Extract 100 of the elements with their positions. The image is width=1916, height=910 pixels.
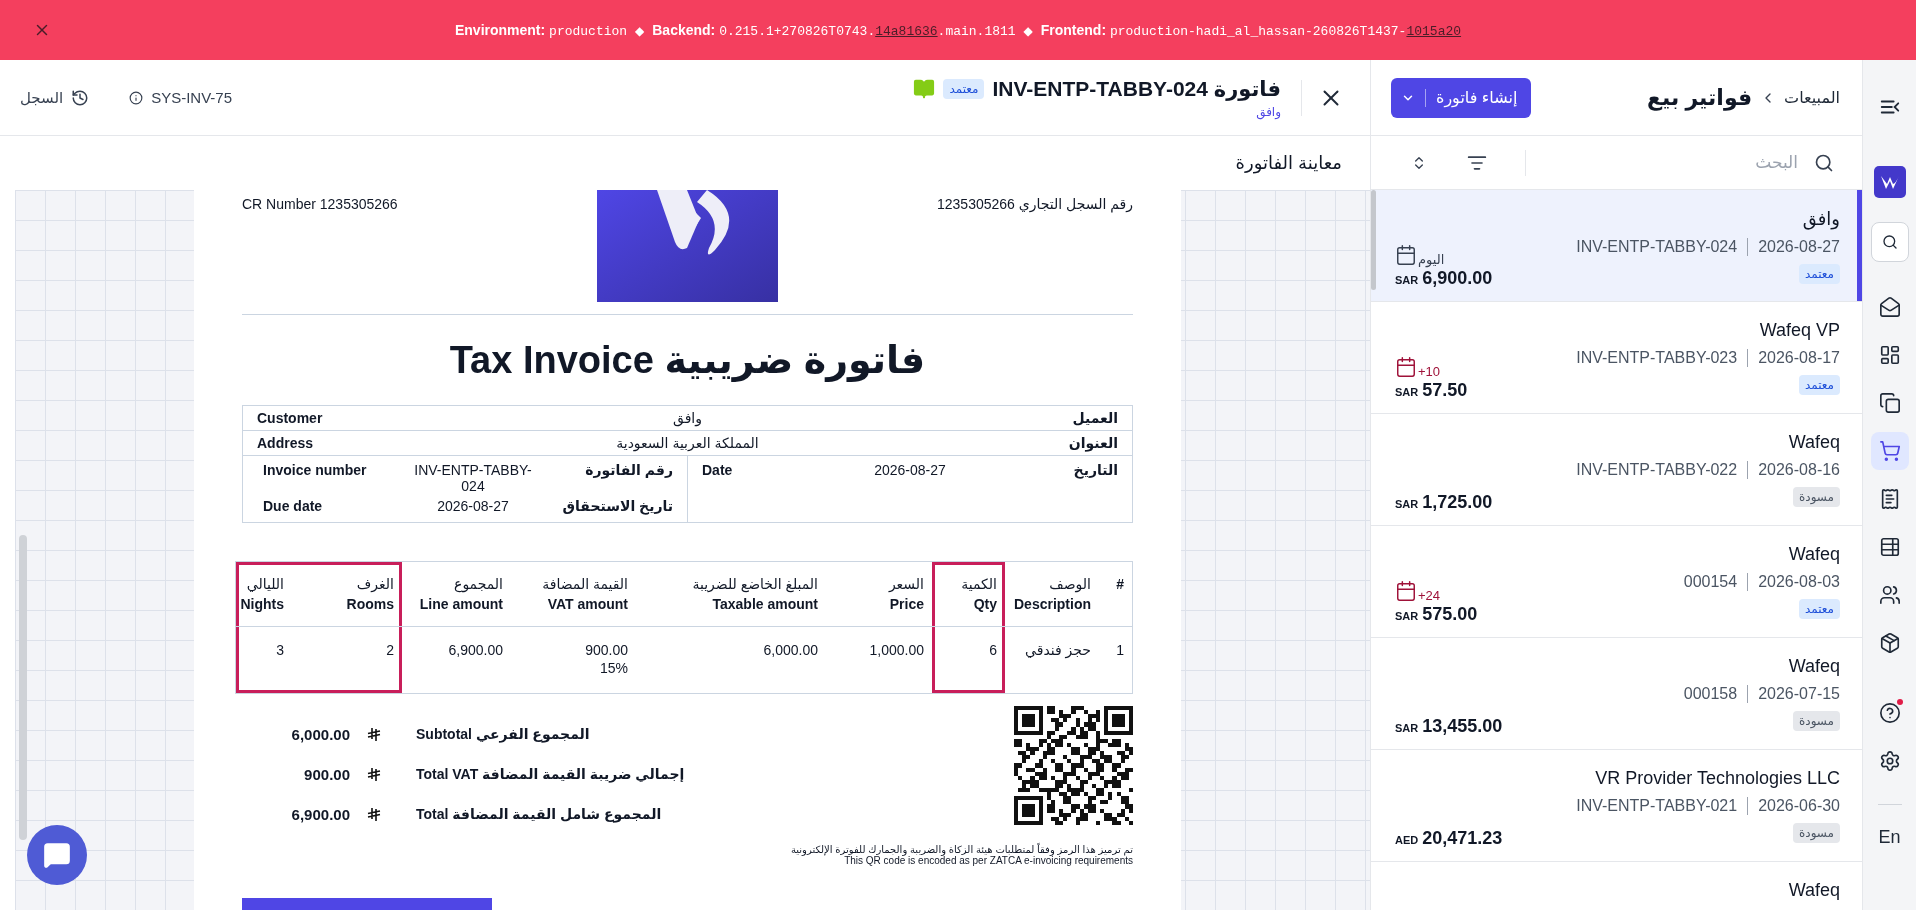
search-field[interactable]: البحث — [1542, 151, 1800, 174]
invoice-amount: 20,471.23 — [1422, 828, 1503, 849]
table-cell-text: 6,000.00 — [762, 641, 819, 661]
create-invoice-button[interactable]: إنشاء فاتورة — [1391, 77, 1532, 118]
status-badge: معتمد — [943, 78, 985, 99]
package-icon — [1878, 632, 1901, 654]
total-amount: 900.00 — [303, 765, 351, 783]
customer-name: وافق — [1802, 208, 1840, 230]
system-id: SYS-INV-75 — [151, 89, 233, 106]
invoice-number: 000154 — [1683, 573, 1738, 591]
field-label: Invoice number — [263, 462, 368, 479]
field-label: العميل — [1071, 410, 1118, 427]
table-cell-text: 6,900.00 — [447, 641, 504, 661]
customer-name: Wafeq — [1788, 544, 1840, 565]
language-button[interactable]: En — [1874, 825, 1905, 850]
status-badge: مسودة — [1793, 823, 1840, 843]
customer-name: Wafeq — [1788, 656, 1840, 677]
customer-name: Wafeq — [1788, 432, 1840, 453]
field-value: 2026-08-27 — [436, 498, 510, 515]
table-edit-icon — [1878, 536, 1901, 558]
invoice-amount: 1,725.00 — [1422, 492, 1493, 513]
table-cell-text: 1 — [1115, 641, 1125, 661]
invoice-title: فاتورة INV-ENTP-TABBY-024 — [992, 76, 1281, 101]
field-value: INV-ENTP-TABBY-024 — [413, 462, 533, 495]
total-label: المجموع الفرعي Subtotal — [415, 726, 590, 743]
users-icon — [1878, 584, 1901, 606]
field-label: تاريخ الاستحقاق — [561, 498, 673, 515]
qr-note: This QR code is encoded as per ZATCA e-invoicing requirements — [844, 855, 1133, 867]
search-button[interactable] — [1870, 222, 1909, 262]
customer-name: VR Provider Technologies LLC — [1595, 768, 1840, 789]
field-label: Due date — [263, 498, 324, 515]
document-title: فاتورة ضريبية Tax Invoice — [448, 338, 927, 384]
invoice-number: INV-ENTP-TABBY-022 — [1576, 461, 1738, 479]
scrollbar[interactable] — [19, 535, 27, 840]
currency-code: AED — [1395, 834, 1419, 846]
invoice-date: 2026-08-03 — [1758, 573, 1840, 591]
riyal-sign-icon — [367, 766, 381, 782]
customer-name: Wafeq — [1788, 880, 1840, 901]
table-cell: 2 — [292, 627, 402, 694]
total-label: إجمالي ضريبة القيمة المضافة Total VAT — [415, 766, 685, 783]
calendar-icon — [1395, 244, 1417, 266]
status-badge: معتمد — [1798, 264, 1840, 284]
customer-link[interactable]: وافق — [1256, 104, 1281, 119]
invoice-amount: 575.00 — [1422, 604, 1478, 625]
total-label: المجموع شامل القيمة المضافة Total — [415, 806, 662, 823]
table-cell-text: 900.00 15% — [584, 641, 629, 679]
cr-number-text: CR Number 1235305266 — [242, 196, 399, 212]
field-label: رقم الفاتورة — [584, 462, 673, 479]
table-cell-text: 1,000.00 — [868, 641, 925, 661]
search-icon — [1881, 234, 1898, 250]
due-indicator: اليوم — [1395, 244, 1445, 266]
calendar-icon — [1395, 580, 1417, 602]
status-badge: مسودة — [1793, 487, 1840, 507]
due-indicator: +24 — [1395, 580, 1441, 602]
section-title: معاينة الفاتورة — [1235, 152, 1342, 174]
status-badge: معتمد — [1798, 375, 1840, 395]
page-title: فواتير بيع — [1647, 84, 1753, 111]
due-indicator: +10 — [1395, 356, 1441, 378]
help-icon — [1878, 702, 1901, 724]
riyal-sign-icon — [367, 726, 381, 742]
history-icon — [71, 88, 90, 107]
cart-nav-button[interactable] — [1870, 432, 1909, 470]
commit-link[interactable]: 14a81636 — [875, 23, 938, 39]
currency-code: SAR — [1395, 498, 1419, 510]
field-label: التاريخ — [1072, 462, 1118, 479]
total-amount: 6,900.00 — [290, 805, 351, 823]
invoice-amount: 57.50 — [1422, 380, 1468, 401]
logo[interactable] — [1873, 166, 1906, 198]
invoice-date: 2026-08-27 — [1758, 238, 1840, 256]
field-label: العنوان — [1067, 435, 1118, 452]
table-cell-text: حجز فندقي — [1024, 641, 1092, 661]
field-value: وافق — [672, 410, 703, 427]
total-amount: 6,000.00 — [290, 725, 351, 743]
book-icon — [913, 77, 936, 100]
status-badge: مسودة — [1793, 711, 1840, 731]
commit-link[interactable]: 1015a20 — [1406, 23, 1462, 39]
invoice-date: 2026-08-17 — [1758, 349, 1840, 367]
riyal-sign-icon — [367, 806, 381, 822]
customer-name: Wafeq VP — [1759, 320, 1840, 341]
status-badge: معتمد — [1798, 599, 1840, 619]
invoice-date: 2026-08-16 — [1758, 461, 1840, 479]
currency-code: SAR — [1395, 610, 1419, 622]
info-icon — [129, 90, 144, 105]
search-icon — [1814, 152, 1834, 173]
history-button[interactable]: السجل — [20, 88, 90, 107]
breadcrumb-link[interactable]: المبيعات — [1784, 88, 1840, 107]
currency-code: SAR — [1395, 386, 1419, 398]
cart-icon — [1878, 440, 1901, 462]
chat-icon — [43, 841, 71, 869]
invoice-amount: 6,900.00 — [1422, 268, 1493, 289]
scrollbar[interactable] — [1371, 190, 1376, 290]
invoice-amount: 13,455.00 — [1422, 716, 1503, 737]
invoice-date: 2026-06-30 — [1758, 797, 1840, 815]
copy-icon — [1878, 392, 1901, 414]
currency-code: SAR — [1395, 274, 1419, 286]
invoice-number: INV-ENTP-TABBY-023 — [1576, 349, 1738, 367]
invoice-date: 2026-07-15 — [1758, 685, 1840, 703]
mail-icon — [1878, 296, 1901, 318]
dashboard-icon — [1878, 344, 1901, 366]
table-cell: 6 — [932, 627, 1005, 694]
